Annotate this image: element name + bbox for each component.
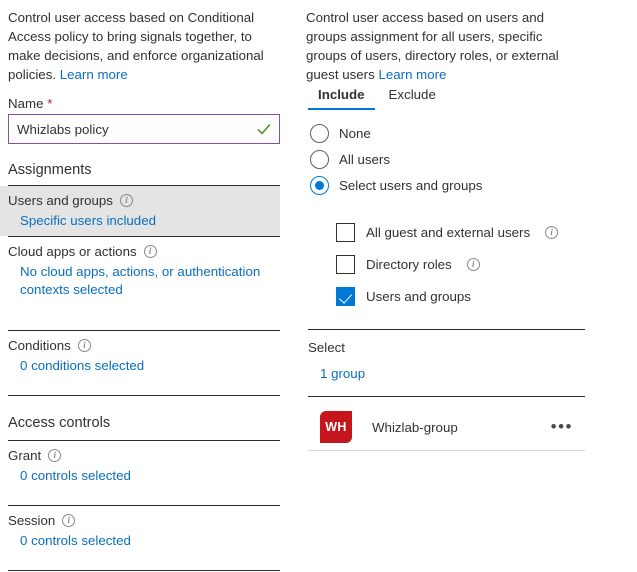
radio-icon-selected[interactable] <box>310 175 329 195</box>
checkbox-icon[interactable] <box>336 222 355 242</box>
checkmark-icon <box>253 116 275 142</box>
policy-description-text: Control user access based on Conditional… <box>8 10 264 82</box>
field-title-row: Grant i <box>0 441 280 465</box>
checkbox-users-and-groups[interactable]: Users and groups <box>336 280 558 312</box>
policy-left-panel: Control user access based on Conditional… <box>0 0 300 572</box>
info-icon[interactable]: i <box>62 514 76 527</box>
name-input[interactable] <box>9 116 253 142</box>
field-title: Cloud apps or actions <box>8 244 137 259</box>
assignments-heading: Assignments <box>8 162 92 178</box>
name-field-label: Name * <box>8 96 52 111</box>
field-title-row: Users and groups i <box>0 186 280 210</box>
field-title: Session <box>8 513 56 528</box>
field-conditions[interactable]: Conditions i 0 conditions selected <box>0 331 280 381</box>
checkbox-icon[interactable] <box>336 254 355 274</box>
name-label-text: Name <box>8 96 44 111</box>
field-grant[interactable]: Grant i 0 controls selected <box>0 441 280 491</box>
radio-label: None <box>339 125 371 141</box>
conditional-access-policy-page: Control user access based on Conditional… <box>0 0 637 572</box>
divider <box>8 395 280 396</box>
field-value-link[interactable]: 0 controls selected <box>0 465 280 493</box>
info-icon[interactable]: i <box>143 245 157 258</box>
radio-option-select-users-and-groups[interactable]: Select users and groups <box>310 172 482 198</box>
required-marker: * <box>47 96 53 111</box>
field-session[interactable]: Session i 0 controls selected <box>0 506 280 556</box>
info-icon[interactable]: i <box>77 339 91 352</box>
learn-more-link-left[interactable]: Learn more <box>60 67 128 82</box>
more-options-icon[interactable]: ••• <box>551 418 573 435</box>
radio-label: Select users and groups <box>339 177 483 193</box>
info-icon[interactable]: i <box>545 225 559 239</box>
field-title-row: Session i <box>0 506 280 530</box>
access-controls-heading: Access controls <box>8 415 111 431</box>
field-title: Conditions <box>8 338 71 353</box>
learn-more-link-right[interactable]: Learn more <box>378 67 446 82</box>
group-avatar: WH <box>320 411 352 443</box>
group-name: Whizlab-group <box>372 419 458 435</box>
radio-option-none[interactable]: None <box>310 120 482 146</box>
field-value-link[interactable]: 0 controls selected <box>0 530 280 558</box>
tab-exclude[interactable]: Exclude <box>377 84 448 110</box>
selected-groups-link[interactable]: 1 group <box>320 366 365 381</box>
divider <box>8 570 280 571</box>
policy-description: Control user access based on Conditional… <box>8 8 276 84</box>
name-input-wrapper[interactable] <box>8 114 280 144</box>
checkbox-all-guest-and-external-users[interactable]: All guest and external users i <box>336 216 559 248</box>
radio-option-all-users[interactable]: All users <box>310 146 482 172</box>
radio-label: All users <box>339 151 390 167</box>
divider <box>308 450 585 451</box>
select-section-label: Select <box>308 340 345 355</box>
divider <box>308 329 585 330</box>
tab-include[interactable]: Include <box>306 84 377 110</box>
selected-group-list-item[interactable]: WH Whizlab-group ••• <box>308 405 585 449</box>
radio-icon[interactable] <box>310 123 329 143</box>
users-groups-description: Control user access based on users and g… <box>306 8 582 84</box>
field-title: Grant <box>8 448 42 463</box>
field-users-and-groups[interactable]: Users and groups i Specific users includ… <box>0 186 280 236</box>
scope-checkbox-group: All guest and external users i Directory… <box>336 216 559 312</box>
include-exclude-tabs: Include Exclude <box>306 84 448 110</box>
checkbox-icon-checked[interactable] <box>336 286 355 306</box>
field-value-link[interactable]: 0 conditions selected <box>0 355 280 383</box>
field-title-row: Conditions i <box>0 331 280 355</box>
info-icon[interactable]: i <box>466 257 480 271</box>
checkbox-label: Directory roles <box>366 256 452 272</box>
radio-icon[interactable] <box>310 149 329 169</box>
info-icon[interactable]: i <box>48 449 62 462</box>
field-title-row: Cloud apps or actions i <box>0 237 280 261</box>
field-cloud-apps-or-actions[interactable]: Cloud apps or actions i No cloud apps, a… <box>0 237 280 307</box>
field-title: Users and groups <box>8 193 113 208</box>
info-icon[interactable]: i <box>119 194 133 207</box>
divider <box>308 396 585 397</box>
checkbox-label: All guest and external users <box>366 224 531 240</box>
checkbox-label: Users and groups <box>366 288 471 304</box>
field-value-link[interactable]: Specific users included <box>0 210 280 238</box>
checkbox-directory-roles[interactable]: Directory roles i <box>336 248 558 280</box>
field-value-link[interactable]: No cloud apps, actions, or authenticatio… <box>0 261 280 307</box>
assignment-scope-radio-group: None All users Select users and groups <box>310 120 482 198</box>
